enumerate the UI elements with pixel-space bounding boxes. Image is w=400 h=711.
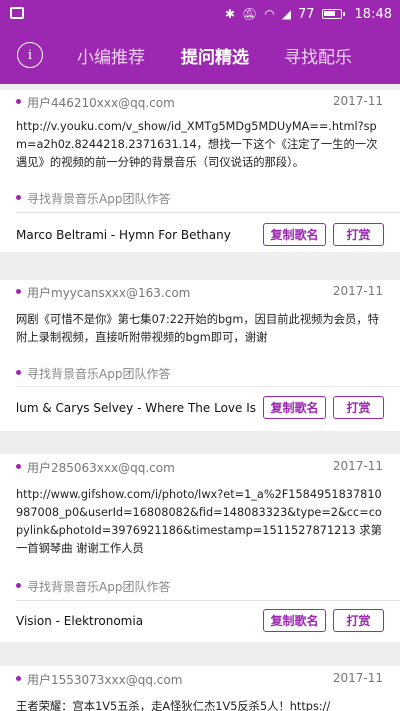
copy-song-button[interactable]: 复制歌名 bbox=[263, 609, 326, 632]
wifi-icon: ◠ bbox=[264, 7, 275, 21]
user-name: 用户285063xxx@qq.com bbox=[27, 461, 175, 475]
question-text: http://www.gifshow.com/i/photo/lwx?et=1_… bbox=[16, 488, 382, 555]
bluetooth-icon: ✱ bbox=[224, 7, 236, 21]
answered-by: 寻找背景音乐App团队作答 bbox=[27, 580, 171, 594]
bullet-icon bbox=[16, 583, 21, 588]
post-date: 2017-11 bbox=[332, 94, 383, 108]
question-text: 网剧《可惜不是你》第七集07:22开始的bgm，因目前此视频为会员，特附上录制视… bbox=[16, 313, 379, 344]
question-card: 用户1553073xxx@qq.com 2017-11 王者荣耀：宫本1V5五杀… bbox=[0, 666, 400, 711]
tip-button[interactable]: 打赏 bbox=[333, 223, 384, 246]
divider bbox=[16, 386, 400, 387]
bullet-icon bbox=[16, 370, 21, 375]
clock: 18:48 bbox=[354, 6, 392, 22]
bullet-icon bbox=[16, 676, 21, 681]
answered-by: 寻找背景音乐App团队作答 bbox=[27, 192, 171, 206]
divider bbox=[16, 600, 400, 601]
question-card: 用户285063xxx@qq.com 2017-11 http://www.gi… bbox=[0, 454, 400, 642]
question-text: 王者荣耀：宫本1V5五杀，走A怪狄仁杰1V5反杀5人！https:// bbox=[16, 700, 331, 711]
tab-selected-questions[interactable]: 提问精选 bbox=[181, 43, 249, 68]
song-title: Vision - Elektronomia bbox=[16, 614, 144, 628]
copy-song-button[interactable]: 复制歌名 bbox=[263, 223, 326, 246]
post-date: 2017-11 bbox=[332, 284, 383, 298]
answered-by: 寻找背景音乐App团队作答 bbox=[27, 367, 171, 381]
question-card: 用户myycansxxx@163.com 2017-11 网剧《可惜不是你》第七… bbox=[0, 280, 400, 431]
mute-icon: 🔕︎ bbox=[242, 7, 258, 21]
status-bar: ✱ 🔕︎ ◠ ◢ 77 18:48 bbox=[0, 0, 400, 28]
song-title: Cullum & Carys Selvey - Where The Love I… bbox=[16, 401, 256, 415]
tab-editor-picks[interactable]: 小编推荐 bbox=[77, 43, 145, 68]
bullet-icon bbox=[16, 464, 21, 469]
post-date: 2017-11 bbox=[332, 671, 383, 685]
tab-find-music[interactable]: 寻找配乐 bbox=[284, 43, 352, 68]
tip-button[interactable]: 打赏 bbox=[333, 609, 384, 632]
top-nav: i 小编推荐 提问精选 寻找配乐 bbox=[0, 28, 400, 84]
signal-icon: ◢ bbox=[281, 7, 291, 21]
status-icons: ✱ 🔕︎ ◠ ◢ 77 18:48 bbox=[225, 4, 392, 24]
bullet-icon bbox=[16, 289, 21, 294]
question-card: 用户446210xxx@qq.com 2017-11 http://v.youk… bbox=[0, 90, 400, 252]
gallery-notification-icon bbox=[10, 7, 24, 19]
user-name: 用户446210xxx@qq.com bbox=[27, 96, 175, 110]
bullet-icon bbox=[16, 99, 21, 104]
battery-level: 77 bbox=[297, 6, 315, 22]
post-date: 2017-11 bbox=[332, 459, 383, 473]
user-name: 用户1553073xxx@qq.com bbox=[27, 673, 183, 687]
question-text: http://v.youku.com/v_show/id_XMTg5MDg5MD… bbox=[16, 120, 378, 169]
question-feed[interactable]: 用户446210xxx@qq.com 2017-11 http://v.youk… bbox=[0, 84, 400, 711]
info-icon[interactable]: i bbox=[17, 42, 43, 68]
tip-button[interactable]: 打赏 bbox=[333, 396, 384, 419]
divider bbox=[16, 212, 400, 213]
user-name: 用户myycansxxx@163.com bbox=[27, 286, 191, 300]
copy-song-button[interactable]: 复制歌名 bbox=[263, 396, 326, 419]
song-title: Marco Beltrami - Hymn For Bethany bbox=[16, 228, 231, 242]
bullet-icon bbox=[16, 195, 21, 200]
battery-icon bbox=[321, 9, 345, 19]
